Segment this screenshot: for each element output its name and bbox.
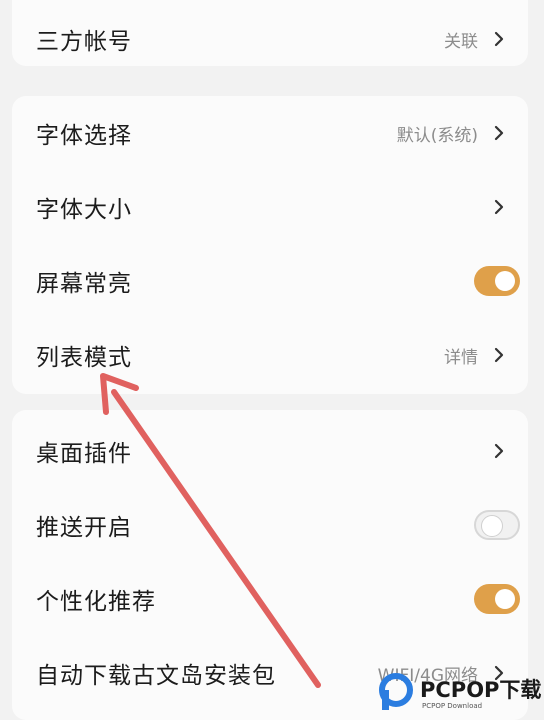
chevron-right-icon <box>494 347 504 363</box>
chevron-right-icon <box>494 125 504 141</box>
chevron-right-icon <box>494 31 504 47</box>
row-label: 桌面插件 <box>36 441 132 467</box>
push-row: 推送开启 <box>12 488 528 562</box>
row-label: 三方帐号 <box>36 29 132 55</box>
chevron-right-icon <box>494 199 504 215</box>
row-value: 关联 <box>444 31 478 52</box>
toggle-knob <box>495 589 515 609</box>
font-select-row[interactable]: 字体选择 默认(系统) <box>12 96 528 170</box>
font-size-row[interactable]: 字体大小 <box>12 170 528 244</box>
row-label: 推送开启 <box>36 515 132 541</box>
account-card: 三方帐号 关联 <box>12 0 528 66</box>
toggle-knob <box>495 271 515 291</box>
screen-on-row: 屏幕常亮 <box>12 244 528 318</box>
row-label: 个性化推荐 <box>36 589 156 615</box>
row-label: 自动下载古文岛安装包 <box>36 663 276 689</box>
desktop-widget-row[interactable]: 桌面插件 <box>12 414 528 488</box>
row-label: 屏幕常亮 <box>36 271 132 297</box>
pcpop-logo-icon <box>379 673 413 710</box>
screen-on-toggle[interactable] <box>474 266 520 296</box>
push-toggle[interactable] <box>474 510 520 540</box>
row-label: 字体选择 <box>36 123 132 149</box>
watermark-sub: PCPOP Download <box>422 702 483 710</box>
row-label: 列表模式 <box>36 345 132 371</box>
third-party-account-row[interactable]: 三方帐号 关联 <box>12 2 528 76</box>
row-value: 详情 <box>444 347 478 368</box>
toggle-knob <box>481 515 503 537</box>
chevron-right-icon <box>494 443 504 459</box>
row-value: 默认(系统) <box>396 125 478 146</box>
list-mode-row[interactable]: 列表模式 详情 <box>12 318 528 392</box>
watermark-brand: PCPOP下载 <box>420 678 542 702</box>
display-settings-card: 字体选择 默认(系统) 字体大小 屏幕常亮 列表模式 详情 <box>12 96 528 394</box>
row-label: 字体大小 <box>36 197 132 223</box>
personalized-row: 个性化推荐 <box>12 562 528 636</box>
pcpop-watermark: PCPOP下载 PCPOP Download <box>372 668 542 718</box>
personalized-toggle[interactable] <box>474 584 520 614</box>
